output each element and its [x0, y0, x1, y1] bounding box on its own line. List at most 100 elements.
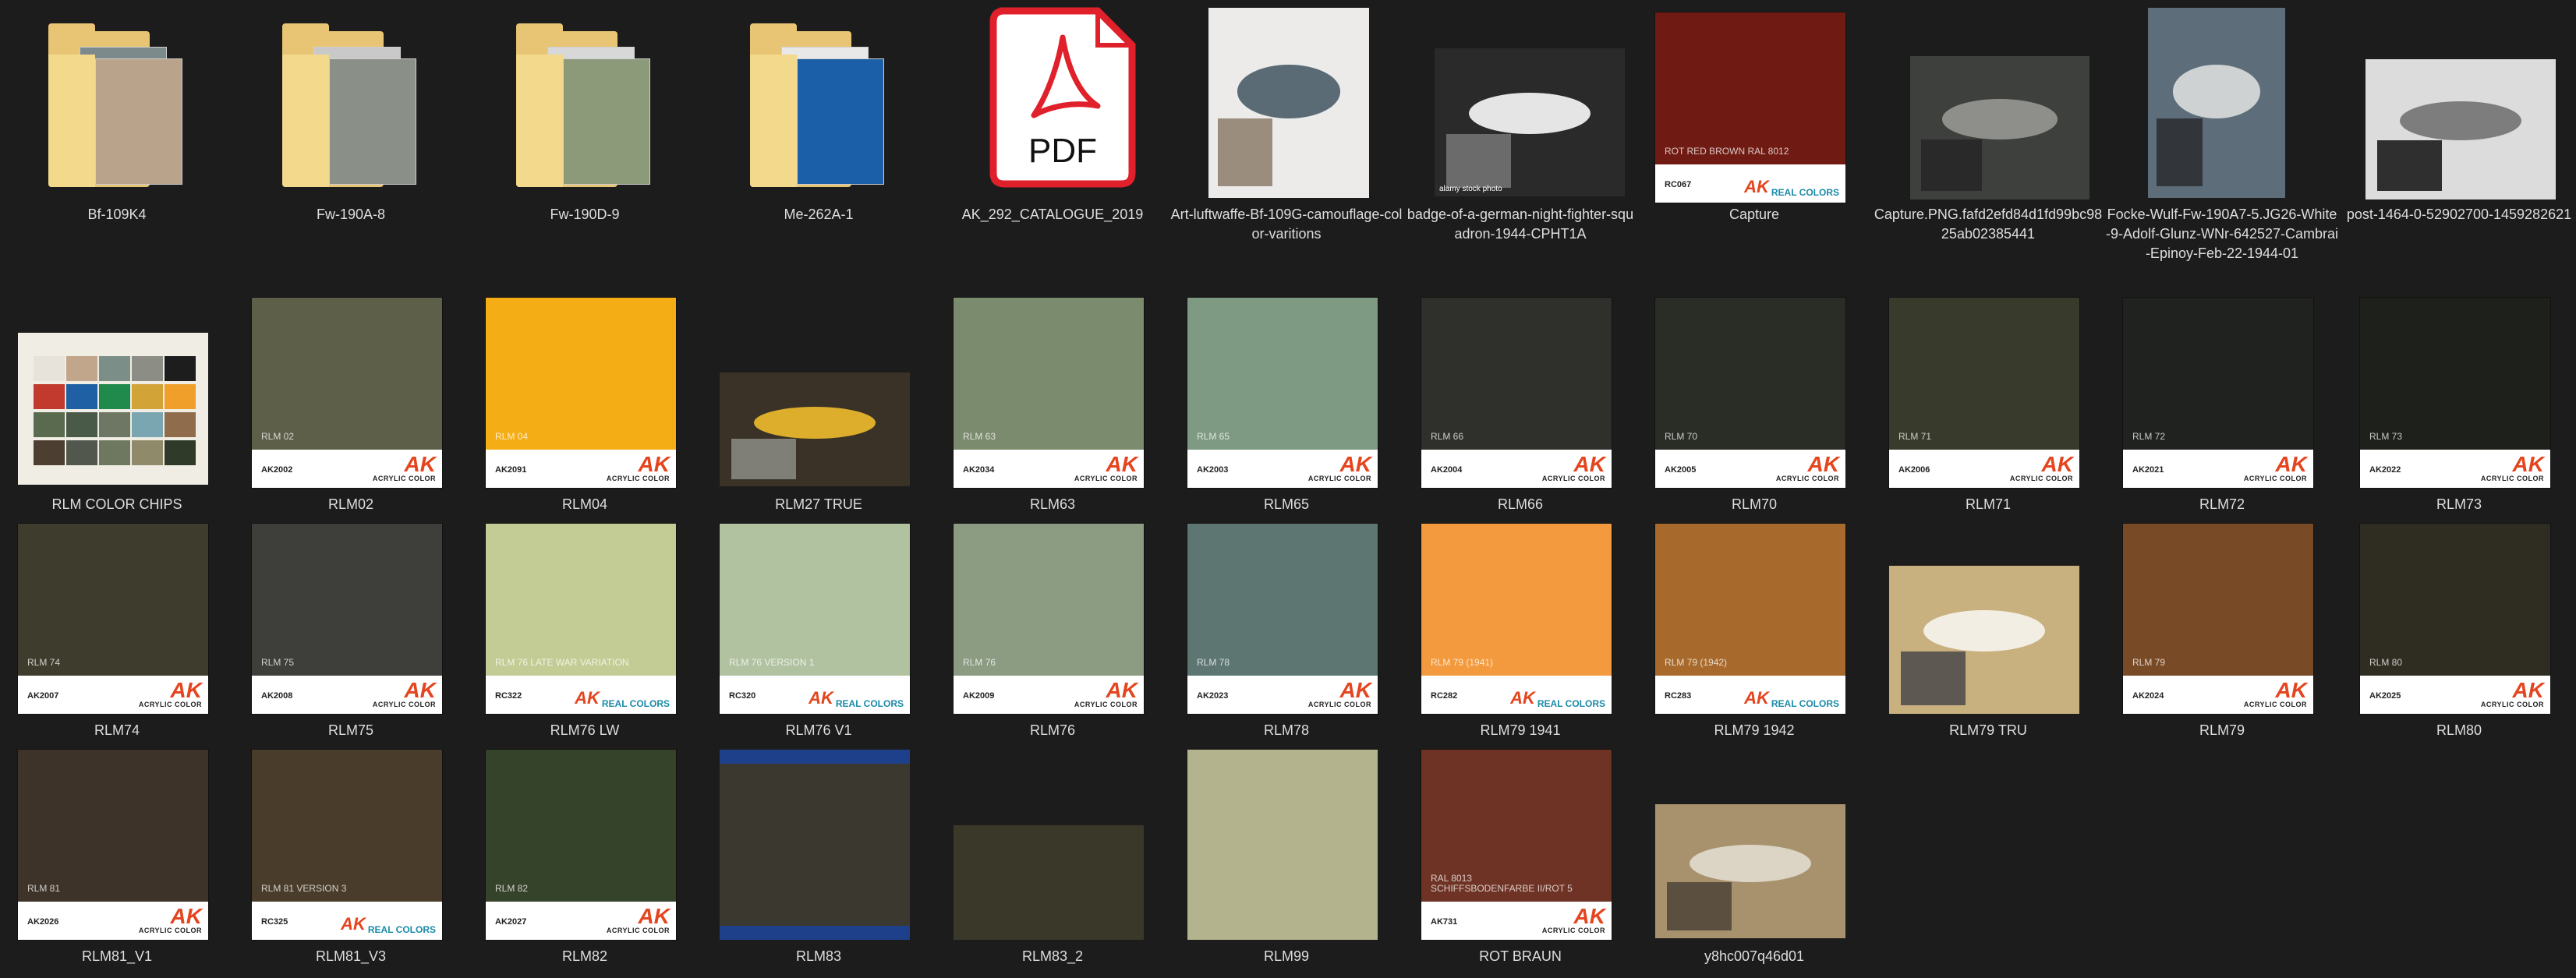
swatch-color — [954, 298, 1144, 450]
file-item[interactable]: RLM 72 AK2021 AK ACRYLIC COLOR RLM72 — [2105, 290, 2339, 516]
image-shape — [2399, 101, 2522, 141]
file-item[interactable]: Fw-190D-9 — [468, 0, 702, 288]
file-name: ROT BRAUN — [1479, 948, 1562, 964]
image-thumbnail — [1889, 566, 2079, 714]
file-item[interactable]: RLM COLOR CHIPS — [0, 290, 234, 516]
color-swatch-thumbnail: RLM 63 AK2034 AK ACRYLIC COLOR — [954, 298, 1144, 488]
file-item[interactable]: RLM 81 VERSION 3 RC325 AK REAL COLORS RLM81_… — [234, 742, 468, 968]
color-chip — [34, 412, 65, 437]
file-name: Capture — [1729, 207, 1780, 222]
file-name: Capture.PNG.fafd2efd84d1fd99bc9825ab0238… — [1874, 207, 2103, 242]
image-shape — [2156, 118, 2203, 187]
file-item[interactable]: RLM 82 AK2027 AK ACRYLIC COLOR RLM82 — [468, 742, 702, 968]
color-chip — [132, 440, 163, 465]
swatch-color-name: RLM 78 — [1197, 657, 1230, 669]
file-item[interactable]: RLM 71 AK2006 AK ACRYLIC COLOR RLM71 — [1871, 290, 2105, 516]
file-item[interactable]: Art-luftwaffe-Bf-109G-camouflage-color-v… — [1169, 0, 1403, 288]
swatch-color-name: RLM 76 — [963, 657, 996, 669]
brand-logo-subtitle: ACRYLIC COLOR — [138, 700, 202, 708]
file-item[interactable]: RLM 63 AK2034 AK ACRYLIC COLOR RLM63 — [936, 290, 1169, 516]
brand-logo-mark: AK — [1573, 451, 1605, 476]
file-item[interactable]: RLM 74 AK2007 AK ACRYLIC COLOR RLM74 — [0, 516, 234, 742]
file-item[interactable]: Bf-109K4 — [0, 0, 234, 288]
file-item[interactable]: RLM 75 AK2008 AK ACRYLIC COLOR RLM75 — [234, 516, 468, 742]
file-item[interactable]: RLM 76 LATE WAR VARIATION RC322 AK REAL COL… — [468, 516, 702, 742]
file-item[interactable]: RLM27 TRUE — [702, 290, 936, 516]
file-item[interactable]: Fw-190A-8 — [234, 0, 468, 288]
file-item[interactable]: Me-262A-1 — [702, 0, 936, 288]
swatch-color-name: RLM 76 VERSION 1 — [729, 657, 815, 669]
brand-logo: AK ACRYLIC COLOR — [2481, 453, 2544, 482]
swatch-product-code: AK2008 — [261, 690, 293, 701]
file-item[interactable]: Capture.PNG.fafd2efd84d1fd99bc9825ab0238… — [1871, 0, 2105, 288]
file-item[interactable]: RLM 76 VERSION 1 RC320 AK REAL COLORS RLM76 … — [702, 516, 936, 742]
image-thumbnail — [1208, 8, 1369, 198]
file-item[interactable]: RLM83 — [702, 742, 936, 968]
color-swatch-thumbnail: RLM 82 AK2027 AK ACRYLIC COLOR — [486, 750, 676, 940]
file-item[interactable]: RLM 79 AK2024 AK ACRYLIC COLOR RLM79 — [2105, 516, 2339, 742]
file-item[interactable]: RLM 73 AK2022 AK ACRYLIC COLOR RLM73 — [2342, 290, 2576, 516]
swatch-product-code: AK2022 — [2369, 464, 2401, 475]
brand-logo: AK REAL COLORS — [341, 914, 436, 934]
file-item[interactable]: RLM 79 (1941) RC282 AK REAL COLORS RLM79 194… — [1403, 516, 1637, 742]
swatch-color — [1421, 524, 1612, 676]
file-grid: Bf-109K4 Fw-190A-8 Fw-190D-9 Me-262A-1 PDF AK… — [0, 0, 2576, 978]
folder-preview-front — [797, 58, 884, 185]
color-thumbnail — [720, 750, 910, 940]
color-band-top — [720, 750, 910, 764]
image-thumbnail: alamy stock photo — [1435, 48, 1625, 196]
swatch-color-name: RLM 79 (1942) — [1665, 657, 1728, 669]
file-item[interactable]: RLM 81 AK2026 AK ACRYLIC COLOR RLM81_V1 — [0, 742, 234, 968]
file-item[interactable]: ROT RED BROWN RAL 8012 RC067 AK REAL COLORS… — [1637, 0, 1871, 288]
file-item[interactable]: RLM 76 AK2009 AK ACRYLIC COLOR RLM76 — [936, 516, 1169, 742]
swatch-product-code: RC067 — [1665, 179, 1692, 189]
file-item[interactable]: RLM 79 (1942) RC283 AK REAL COLORS RLM79 194… — [1637, 516, 1871, 742]
brand-logo-subtitle: ACRYLIC COLOR — [2243, 474, 2307, 482]
swatch-color — [1655, 12, 1845, 165]
brand-logo: AK ACRYLIC COLOR — [139, 905, 202, 934]
swatch-product-code: AK2009 — [963, 690, 995, 701]
file-name: RLM78 — [1263, 722, 1310, 738]
file-name: AK_292_CATALOGUE_2019 — [961, 207, 1144, 222]
file-item[interactable]: Focke-Wulf-Fw-190A7-5.JG26-White-9-Adolf… — [2105, 0, 2339, 288]
file-item[interactable]: RLM 80 AK2025 AK ACRYLIC COLOR RLM80 — [2342, 516, 2576, 742]
file-item[interactable]: RAL 8013 SCHIFFSBODENFARBE II/ROT 5 AK731… — [1403, 742, 1637, 968]
brand-logo-mark: AK — [1510, 687, 1535, 708]
file-name: RLM76 — [1029, 722, 1076, 738]
file-item[interactable]: RLM 65 AK2003 AK ACRYLIC COLOR RLM65 — [1169, 290, 1403, 516]
file-item[interactable]: RLM79 TRU — [1871, 516, 2105, 742]
file-item[interactable]: post-1464-0-52902700-1459282621 — [2342, 0, 2576, 288]
file-item[interactable]: RLM 70 AK2005 AK ACRYLIC COLOR RLM70 — [1637, 290, 1871, 516]
swatch-color — [252, 524, 442, 676]
color-chip — [99, 412, 130, 437]
brand-logo-mark: AK — [404, 677, 436, 702]
brand-logo-mark: AK — [2275, 677, 2307, 702]
image-thumbnail — [1910, 56, 2089, 199]
file-item[interactable]: PDF AK_292_CATALOGUE_2019 — [936, 0, 1169, 288]
file-item[interactable]: RLM 66 AK2004 AK ACRYLIC COLOR RLM66 — [1403, 290, 1637, 516]
file-name: RLM79 — [2199, 722, 2245, 738]
brand-logo-mark: AK — [1573, 903, 1605, 928]
brand-logo-mark: AK — [2041, 451, 2073, 476]
folder-preview-front — [563, 58, 650, 185]
swatch-color-name: RLM 70 — [1665, 431, 1698, 443]
file-item[interactable]: RLM83_2 — [936, 742, 1169, 968]
file-item[interactable]: RLM 02 AK2002 AK ACRYLIC COLOR RLM02 — [234, 290, 468, 516]
brand-logo: AK ACRYLIC COLOR — [1776, 453, 1839, 482]
file-item[interactable]: alamy stock photo badge-of-a-german-night… — [1403, 0, 1637, 288]
color-swatch-thumbnail: RLM 76 AK2009 AK ACRYLIC COLOR — [954, 524, 1144, 714]
swatch-color — [720, 524, 910, 676]
file-item[interactable]: RLM 78 AK2023 AK ACRYLIC COLOR RLM78 — [1169, 516, 1403, 742]
file-item[interactable]: y8hc007q46d01 — [1637, 742, 1871, 968]
brand-logo-mark: AK — [341, 913, 366, 934]
file-item[interactable]: RLM 04 AK2091 AK ACRYLIC COLOR RLM04 — [468, 290, 702, 516]
brand-logo-mark: AK — [1339, 677, 1371, 702]
color-swatch-thumbnail: RLM 81 VERSION 3 RC325 AK REAL COLORS — [252, 750, 442, 940]
file-item[interactable]: RLM99 — [1169, 742, 1403, 968]
image-shape — [753, 406, 876, 439]
brand-logo-mark: AK — [2275, 451, 2307, 476]
brand-logo: AK REAL COLORS — [1510, 688, 1605, 708]
file-name: RLM79 TRU — [1949, 722, 2027, 738]
brand-logo: AK ACRYLIC COLOR — [1308, 677, 1371, 708]
swatch-product-code: RC320 — [729, 690, 756, 701]
